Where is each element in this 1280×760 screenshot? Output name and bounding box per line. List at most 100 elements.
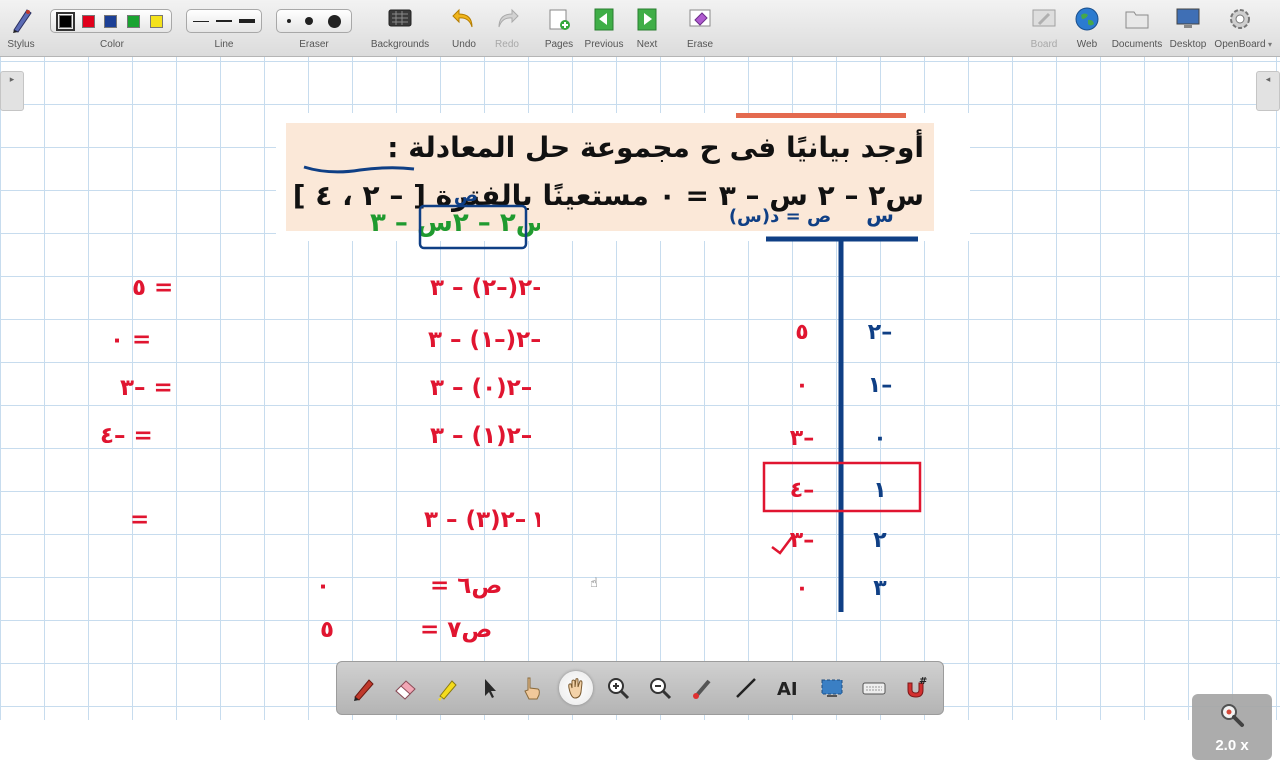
- monitor-icon: [1176, 8, 1200, 28]
- stylus-icon: [13, 9, 32, 33]
- highlighter-icon: [438, 680, 457, 701]
- zoom-out-tool-button[interactable]: [643, 671, 677, 705]
- documents-mode-button[interactable]: Documents: [1110, 4, 1164, 52]
- color-palette: [50, 9, 172, 33]
- work-line-expression: ص = (–٢)٢ –٢(–٢) – ٣: [430, 275, 540, 301]
- virtual-keyboard-button[interactable]: [857, 671, 891, 705]
- line-tool-button[interactable]: [729, 671, 763, 705]
- line-thin-option[interactable]: [193, 20, 210, 22]
- select-tool-button[interactable]: [473, 671, 507, 705]
- work-line-result: = –٣: [120, 375, 173, 401]
- pen-tool-button[interactable]: [347, 671, 381, 705]
- table-cell-x: ٣: [873, 576, 887, 601]
- previous-page-icon: [594, 8, 614, 31]
- function-definition: د(س) = س٢ – ٢س – ٣: [370, 208, 540, 238]
- color-swatch-black[interactable]: [55, 11, 75, 31]
- work-lines: ص = (–٢)٢ –٢(–٢) – ٣ = ٥ ص١ = (–١)٢ –٢(–١)…: [100, 275, 540, 643]
- board-mode-button[interactable]: Board: [1026, 4, 1062, 52]
- previous-page-button[interactable]: Previous: [582, 4, 626, 52]
- table-header-x: س: [866, 203, 894, 227]
- screen-capture-icon: [821, 679, 843, 697]
- color-swatch-green[interactable]: [127, 14, 141, 28]
- work-line-expression: ص٥ = (٣)٢ –٢(٣) – ٣: [424, 507, 540, 533]
- laser-pointer-icon: [693, 679, 711, 699]
- table-cell-y: –٣: [790, 528, 814, 553]
- interact-tool-button[interactable]: [515, 671, 549, 705]
- line-thick-option[interactable]: [238, 19, 255, 23]
- redo-button[interactable]: Redo: [490, 4, 524, 52]
- magnet-tool-button[interactable]: #: [899, 671, 933, 705]
- desktop-mode-button[interactable]: Desktop: [1166, 4, 1210, 52]
- keyboard-icon: [862, 682, 886, 695]
- pages-button[interactable]: Pages: [540, 4, 578, 52]
- eraser-tool-button[interactable]: [389, 671, 423, 705]
- undo-button[interactable]: Undo: [446, 4, 482, 52]
- hand-icon: [568, 678, 583, 699]
- erase-board-button[interactable]: Erase: [680, 4, 720, 52]
- color-group: Color: [50, 4, 174, 52]
- zoom-out-icon: [650, 678, 672, 700]
- table-cell-x: –٢: [868, 320, 892, 345]
- stylus-palette: AI #: [336, 661, 944, 715]
- stylus-button[interactable]: Stylus: [4, 4, 38, 52]
- highlighter-tool-button[interactable]: [431, 671, 465, 705]
- eraser-medium-option[interactable]: [305, 17, 314, 25]
- interval-underline: [303, 165, 415, 174]
- expand-right-icon: ▸: [9, 75, 15, 85]
- svg-text:AI: AI: [777, 679, 798, 700]
- laser-pointer-tool-button[interactable]: [687, 671, 721, 705]
- globe-icon: [1075, 7, 1099, 31]
- table-cell-x: ٠: [873, 426, 886, 451]
- zoom-magnifier-icon: [1221, 704, 1244, 727]
- color-swatch-blue[interactable]: [104, 14, 118, 28]
- backgrounds-icon: [388, 9, 412, 27]
- hand-tool-button[interactable]: [559, 671, 593, 705]
- text-tool-button[interactable]: AI: [771, 671, 805, 705]
- erase-board-icon: [689, 9, 711, 27]
- problem-image-cropped-edge: [736, 113, 906, 118]
- zoom-level: 2.0 x: [1215, 737, 1249, 754]
- line-medium-option[interactable]: [215, 20, 232, 22]
- work-line-result: = ٥: [132, 275, 173, 301]
- line-icon: [736, 678, 756, 698]
- work-line-expression: ص٣ = (١)٢ –٢(١) – ٣: [430, 423, 540, 449]
- redo-icon: [498, 8, 519, 28]
- web-mode-button[interactable]: Web: [1070, 4, 1104, 52]
- whiteboard-canvas[interactable]: ▸ ◂ أوجد بيانيًا فى ح مجموعة حل المعادلة…: [0, 57, 1280, 760]
- capture-tool-button[interactable]: [815, 671, 849, 705]
- toolbar-overflow-icon[interactable]: ▾: [1268, 40, 1272, 49]
- main-toolbar: Stylus Color Line Eraser Backgrounds Und…: [0, 0, 1280, 57]
- work-header-label: ص: [454, 185, 478, 206]
- backgrounds-button[interactable]: Backgrounds: [368, 4, 432, 52]
- eraser-icon: [395, 680, 416, 700]
- work-line-result: ٠: [316, 573, 330, 599]
- folder-icon: [1125, 11, 1149, 29]
- openboard-menu-button[interactable]: OpenBoard: [1212, 4, 1268, 52]
- eraser-size-group: Eraser: [276, 4, 352, 52]
- color-swatch-red[interactable]: [81, 14, 95, 28]
- eraser-small-option[interactable]: [287, 19, 292, 23]
- pointing-hand-icon: [524, 677, 540, 700]
- table-cell-y: ٠: [795, 576, 808, 601]
- work-line-result: ٥: [320, 617, 334, 643]
- handwritten-work: ص د(س) = س٢ – ٢س – ٣ ص = (–٢)٢ –٢(–٢) – …: [100, 185, 540, 643]
- next-page-button[interactable]: Next: [630, 4, 664, 52]
- table-header-y: ص = د(س): [729, 206, 831, 227]
- work-line-expression: ص٦ =: [430, 573, 502, 599]
- eraser-size-selector: [276, 9, 352, 33]
- arrow-pointer-icon: [485, 679, 496, 698]
- right-palette-toggle[interactable]: ◂: [1256, 71, 1280, 111]
- zoom-in-tool-button[interactable]: [601, 671, 635, 705]
- table-cell-x: –١: [868, 373, 892, 398]
- table-cell-x: ١: [873, 478, 886, 503]
- table-cell-y: –٤: [790, 478, 814, 503]
- table-cell-y: –٣: [790, 426, 814, 451]
- eraser-large-option[interactable]: [327, 14, 341, 28]
- work-line-result: = –٤: [100, 423, 153, 449]
- value-table: س ص = د(س) –٢٥–١٠٠–٣١–٤٢–٣٣٠٤٥: [729, 203, 922, 612]
- table-cell-x: ٢: [873, 528, 887, 553]
- pen-icon: [354, 679, 374, 701]
- left-palette-toggle[interactable]: ▸: [0, 71, 24, 111]
- zoom-indicator[interactable]: 2.0 x: [1192, 694, 1272, 760]
- color-swatch-yellow[interactable]: [150, 14, 164, 28]
